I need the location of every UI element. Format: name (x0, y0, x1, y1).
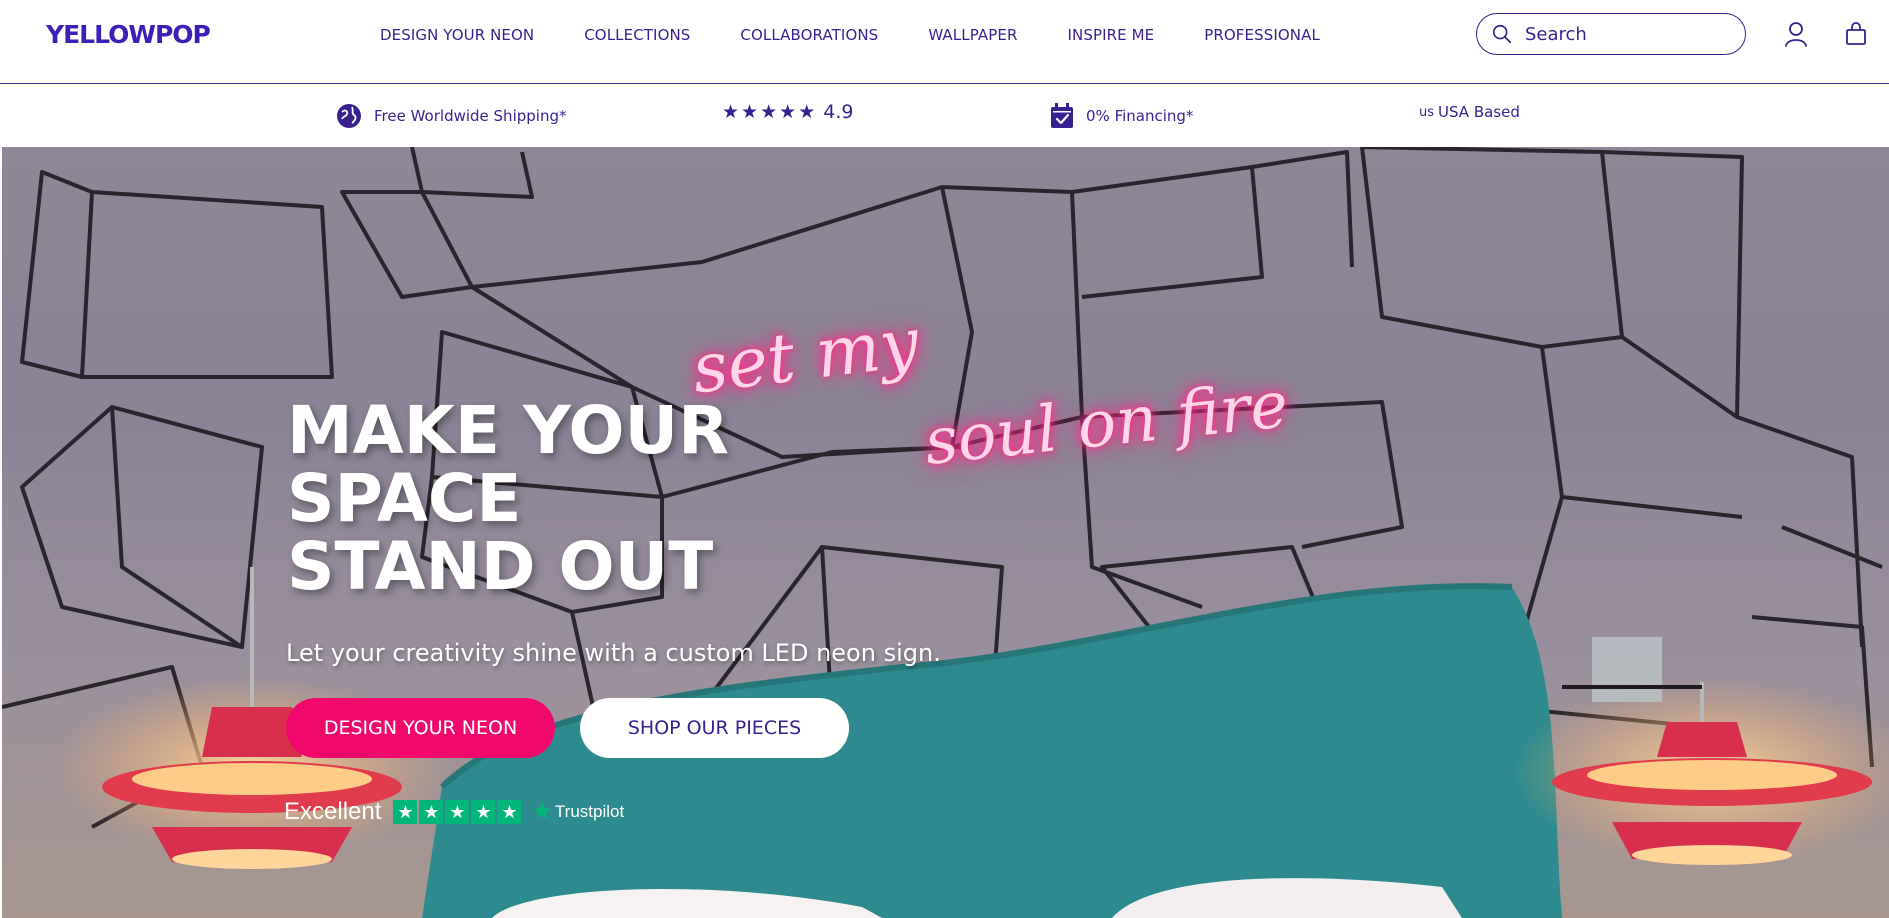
star-icon: ★ (722, 101, 740, 123)
usp-shipping-label: Free Worldwide Shipping* (374, 107, 567, 125)
hero-headline: MAKE YOUR SPACE STAND OUT (287, 397, 729, 601)
star-icon: ★ (419, 800, 444, 824)
shopping-bag-icon[interactable] (1842, 20, 1870, 48)
usp-based: us USA Based (1419, 103, 1520, 121)
usp-bar: Free Worldwide Shipping* ★ ★ ★ ★ ★ 4.9 0… (0, 85, 1889, 147)
star-icon: ★ (741, 101, 759, 123)
usp-shipping: Free Worldwide Shipping* (336, 103, 566, 129)
usp-rating-value: 4.9 (823, 101, 854, 123)
star-icon: ★ (445, 800, 470, 824)
main-nav: DESIGN YOUR NEON COLLECTIONS COLLABORATI… (380, 26, 1370, 44)
nav-inspire-me[interactable]: INSPIRE ME (1068, 26, 1155, 44)
calendar-check-icon (1051, 103, 1073, 128)
nav-collections[interactable]: COLLECTIONS (584, 26, 690, 44)
star-icon: ★ (779, 101, 797, 123)
trustpilot-widget[interactable]: Excellent ★ ★ ★ ★ ★ ★ Trustpilot (284, 798, 624, 826)
site-header: YELLOWPOP DESIGN YOUR NEON COLLECTIONS C… (0, 0, 1889, 84)
search-box[interactable] (1476, 13, 1746, 55)
yellowpop-logo[interactable]: YELLOWPOP (46, 20, 211, 49)
search-input[interactable] (1523, 22, 1723, 46)
globe-icon (337, 104, 361, 128)
trustpilot-brand: Trustpilot (554, 802, 625, 821)
star-icon: ★ (497, 800, 522, 824)
hero-headline-line1: MAKE YOUR (287, 392, 729, 469)
trustpilot-stars: ★ ★ ★ ★ ★ (393, 800, 522, 824)
search-icon (1492, 24, 1512, 44)
usp-rating: ★ ★ ★ ★ ★ 4.9 (722, 103, 855, 122)
nav-professional[interactable]: PROFESSIONAL (1204, 26, 1320, 44)
star-icon: ★ (760, 101, 778, 123)
usp-financing-label: 0% Financing* (1086, 107, 1194, 125)
us-flag-tag: us (1419, 104, 1435, 120)
star-icon: ★ (798, 101, 816, 123)
user-icon[interactable] (1782, 20, 1810, 48)
trustpilot-star-icon: ★ (531, 798, 553, 825)
star-icon: ★ (393, 800, 418, 824)
nav-design-your-neon[interactable]: DESIGN YOUR NEON (380, 26, 534, 44)
hero-section: set my soul on fire MAKE YOUR SPACE STAN… (2, 147, 1889, 918)
usp-based-label: USA Based (1438, 103, 1520, 121)
hero-headline-line3: STAND OUT (287, 528, 714, 605)
trustpilot-logo: ★ Trustpilot (531, 800, 624, 824)
usp-financing: 0% Financing* (1050, 103, 1193, 129)
shop-our-pieces-button[interactable]: SHOP OUR PIECES (580, 698, 849, 758)
design-your-neon-button[interactable]: DESIGN YOUR NEON (286, 698, 555, 758)
trustpilot-rating-word: Excellent (284, 798, 382, 825)
star-icon: ★ (471, 800, 496, 824)
nav-wallpaper[interactable]: WALLPAPER (928, 26, 1017, 44)
hero-subheading: Let your creativity shine with a custom … (286, 639, 941, 667)
nav-collaborations[interactable]: COLLABORATIONS (740, 26, 878, 44)
hero-headline-line2: SPACE (287, 460, 522, 537)
